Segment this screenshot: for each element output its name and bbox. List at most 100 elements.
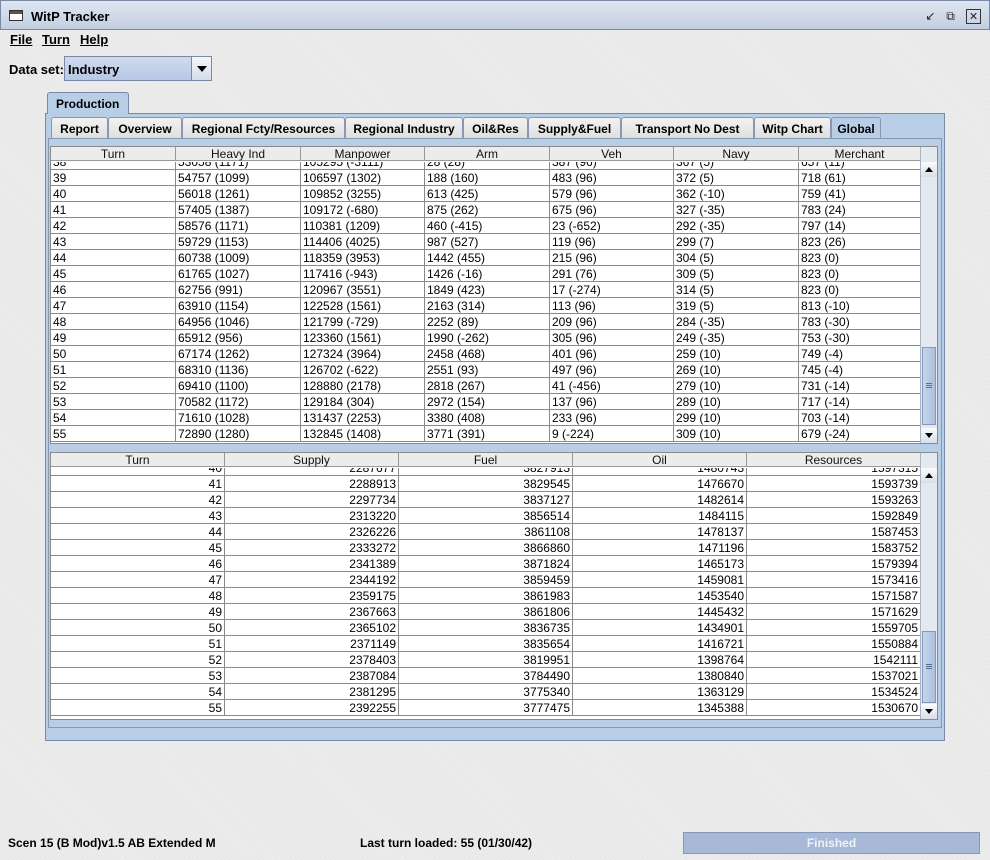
table-cell: 1476670 — [573, 476, 747, 491]
table-cell: 2313220 — [225, 508, 399, 523]
table-cell: 44 — [51, 250, 176, 265]
table-row[interactable]: 42 58576 (1171) 110381 (1209) 460 (-415) 23 … — [51, 218, 921, 234]
scroll-thumb[interactable] — [922, 631, 936, 703]
table-row[interactable]: 51 68310 (1136) 126702 (-622) 2551 (93) 497 … — [51, 362, 921, 378]
table-cell: 2381295 — [225, 684, 399, 699]
table-row[interactable]: 41 2288913 3829545 1476670 1593739 — [51, 476, 921, 492]
table-cell: 1380840 — [573, 668, 747, 683]
table-cell: 47 — [51, 572, 225, 587]
table-cell: 53058 (1171) — [176, 162, 301, 169]
table-cell: 132845 (1408) — [301, 426, 425, 441]
table-row[interactable]: 45 61765 (1027) 117416 (-943) 1426 (-16) 291… — [51, 266, 921, 282]
scroll-down-icon[interactable] — [921, 704, 937, 719]
table-row[interactable]: 43 2313220 3856514 1484115 1592849 — [51, 508, 921, 524]
table-row[interactable]: 44 60738 (1009) 118359 (3953) 1442 (455) 215… — [51, 250, 921, 266]
table-row[interactable]: 46 2341389 3871824 1465173 1579394 — [51, 556, 921, 572]
table-row[interactable]: 53 2387084 3784490 1380840 1537021 — [51, 668, 921, 684]
tab-report[interactable]: Report — [51, 117, 108, 139]
table-row[interactable]: 52 69410 (1100) 128880 (2178) 2818 (267) 41 … — [51, 378, 921, 394]
table-cell: 679 (-24) — [799, 426, 921, 441]
column-header-turn[interactable]: Turn — [51, 147, 176, 161]
scroll-up-icon[interactable] — [921, 468, 937, 483]
column-header-fuel[interactable]: Fuel — [399, 453, 573, 467]
tab-production[interactable]: Production — [47, 92, 129, 114]
table-row[interactable]: 44 2326226 3861108 1478137 1587453 — [51, 524, 921, 540]
table-cell: 2367663 — [225, 604, 399, 619]
table-cell: 3784490 — [399, 668, 573, 683]
tab-regional-fcty-resources[interactable]: Regional Fcty/Resources — [182, 117, 345, 139]
table-cell: 137 (96) — [550, 394, 674, 409]
table-row[interactable]: 51 2371149 3835654 1416721 1550884 — [51, 636, 921, 652]
chevron-down-icon[interactable] — [191, 57, 211, 80]
column-header-manpower[interactable]: Manpower — [301, 147, 425, 161]
table-row[interactable]: 50 2365102 3836735 1434901 1559705 — [51, 620, 921, 636]
column-header-resources[interactable]: Resources — [747, 453, 921, 467]
table-row[interactable]: 41 57405 (1387) 109172 (-680) 875 (262) 675 … — [51, 202, 921, 218]
table-row[interactable]: 55 72890 (1280) 132845 (1408) 3771 (391) 9 (… — [51, 426, 921, 442]
table-row[interactable]: 50 67174 (1262) 127324 (3964) 2458 (468) 401… — [51, 346, 921, 362]
resources-table-scrollbar[interactable] — [920, 453, 937, 719]
table-cell: 2297734 — [225, 492, 399, 507]
menu-file[interactable]: File — [10, 32, 32, 47]
table-row[interactable]: 48 64956 (1046) 121799 (-729) 2252 (89) 209 … — [51, 314, 921, 330]
table-cell: 70582 (1172) — [176, 394, 301, 409]
window-title: WitP Tracker — [31, 9, 110, 24]
table-row[interactable]: 40 56018 (1261) 109852 (3255) 613 (425) 579 … — [51, 186, 921, 202]
tab-transport-no-dest[interactable]: Transport No Dest — [621, 117, 754, 139]
table-cell: 2458 (468) — [425, 346, 550, 361]
column-header-turn[interactable]: Turn — [51, 453, 225, 467]
tab-global[interactable]: Global — [831, 117, 881, 140]
table-row[interactable]: 43 59729 (1153) 114406 (4025) 987 (527) 119 … — [51, 234, 921, 250]
menu-turn[interactable]: Turn — [42, 32, 70, 47]
table-row[interactable]: 39 54757 (1099) 106597 (1302) 188 (160) 483 … — [51, 170, 921, 186]
table-row[interactable]: 46 62756 (991) 120967 (3551) 1849 (423) 17 (… — [51, 282, 921, 298]
table-row[interactable]: 42 2297734 3837127 1482614 1593263 — [51, 492, 921, 508]
tab-supply-fuel[interactable]: Supply&Fuel — [528, 117, 621, 139]
table-cell: 327 (-35) — [674, 202, 799, 217]
table-row[interactable]: 47 63910 (1154) 122528 (1561) 2163 (314) 113… — [51, 298, 921, 314]
tab-regional-industry[interactable]: Regional Industry — [345, 117, 463, 139]
scroll-down-icon[interactable] — [921, 428, 937, 443]
table-cell: 2972 (154) — [425, 394, 550, 409]
table-cell: 1345388 — [573, 700, 747, 715]
column-header-oil[interactable]: Oil — [573, 453, 747, 467]
table-cell: 209 (96) — [550, 314, 674, 329]
table-row[interactable]: 54 71610 (1028) 131437 (2253) 3380 (408) 233… — [51, 410, 921, 426]
maximize-icon[interactable]: ⧉ — [943, 9, 958, 24]
scroll-up-icon[interactable] — [921, 162, 937, 177]
tab-witp-chart[interactable]: Witp Chart — [754, 117, 831, 139]
table-row[interactable]: 45 2333272 3866860 1471196 1583752 — [51, 540, 921, 556]
table-row[interactable]: 55 2392255 3777475 1345388 1530670 — [51, 700, 921, 716]
column-header-navy[interactable]: Navy — [674, 147, 799, 161]
close-icon[interactable]: ✕ — [966, 9, 981, 24]
table-row[interactable]: 49 65912 (956) 123360 (1561) 1990 (-262) 305… — [51, 330, 921, 346]
table-cell: 759 (41) — [799, 186, 921, 201]
table-cell: 823 (0) — [799, 250, 921, 265]
table-cell: 1465173 — [573, 556, 747, 571]
table-row[interactable]: 40 2287677 3827913 1480743 1597315 — [51, 468, 921, 476]
table-cell: 118359 (3953) — [301, 250, 425, 265]
table-row[interactable]: 52 2378403 3819951 1398764 1542111 — [51, 652, 921, 668]
table-cell: 41 — [51, 476, 225, 491]
table-row[interactable]: 38 53058 (1171) 105295 (-3111) 28 (28) 387 (… — [51, 162, 921, 170]
table-row[interactable]: 47 2344192 3859459 1459081 1573416 — [51, 572, 921, 588]
table-cell: 3861806 — [399, 604, 573, 619]
table-row[interactable]: 53 70582 (1172) 129184 (304) 2972 (154) 137 … — [51, 394, 921, 410]
minimize-icon[interactable]: ↙ — [923, 9, 938, 24]
resources-table: Turn Supply Fuel Oil Resources 40 2287677 3827… — [50, 452, 938, 720]
scroll-thumb[interactable] — [922, 347, 936, 425]
industry-table-scrollbar[interactable] — [920, 147, 937, 443]
tab-overview[interactable]: Overview — [108, 117, 182, 139]
table-cell: 731 (-14) — [799, 378, 921, 393]
column-header-heavy-ind[interactable]: Heavy Ind — [176, 147, 301, 161]
column-header-veh[interactable]: Veh — [550, 147, 674, 161]
menu-help[interactable]: Help — [80, 32, 108, 47]
column-header-merchant[interactable]: Merchant — [799, 147, 921, 161]
table-row[interactable]: 54 2381295 3775340 1363129 1534524 — [51, 684, 921, 700]
tab-oil-res[interactable]: Oil&Res — [463, 117, 528, 139]
column-header-arm[interactable]: Arm — [425, 147, 550, 161]
table-row[interactable]: 49 2367663 3861806 1445432 1571629 — [51, 604, 921, 620]
dataset-select[interactable]: Industry — [64, 56, 212, 81]
table-row[interactable]: 48 2359175 3861983 1453540 1571587 — [51, 588, 921, 604]
column-header-supply[interactable]: Supply — [225, 453, 399, 467]
